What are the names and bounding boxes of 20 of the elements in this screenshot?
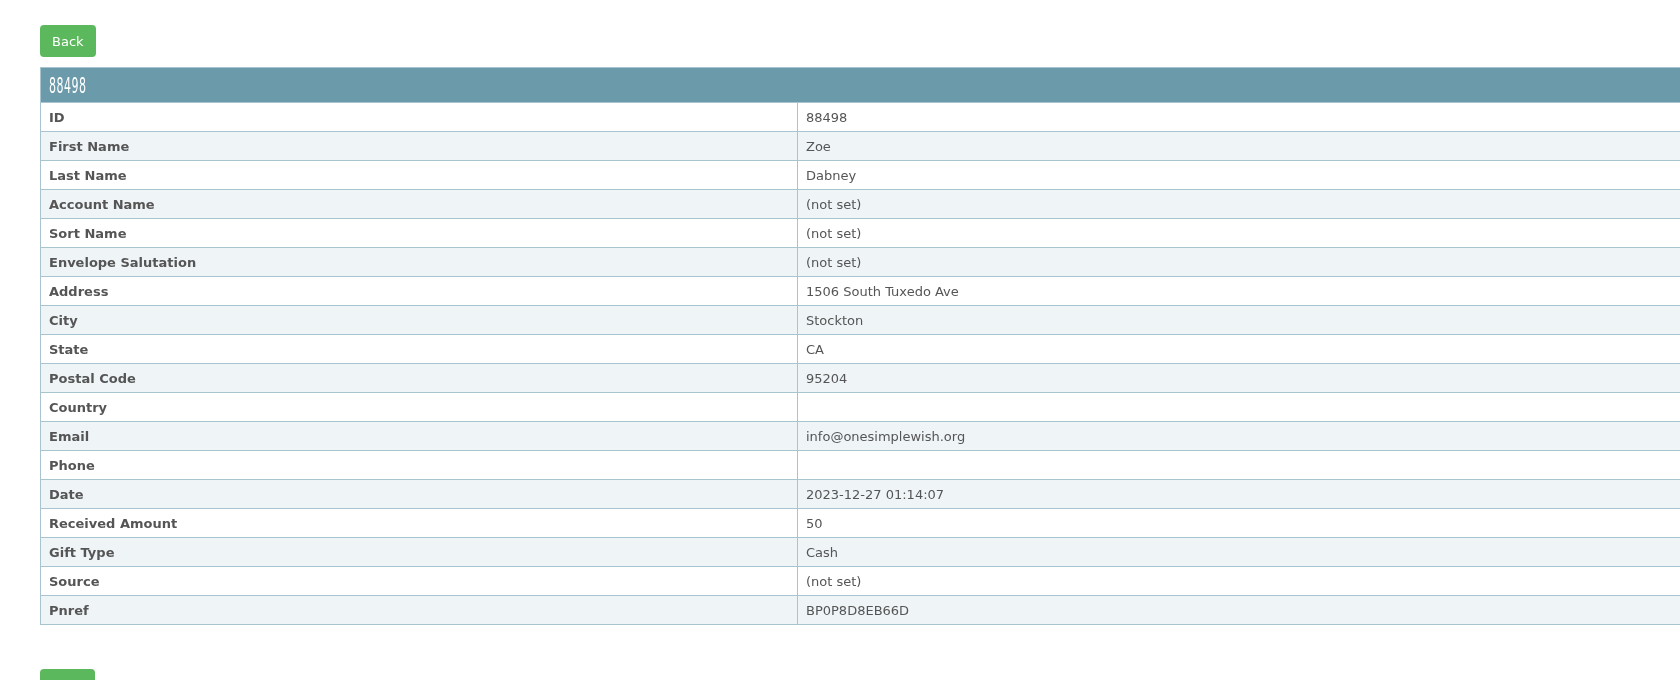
field-label: City	[40, 305, 798, 335]
field-label: Date	[40, 479, 798, 509]
field-label: Address	[40, 276, 798, 306]
field-label: Source	[40, 566, 798, 596]
field-label: Last Name	[40, 160, 798, 190]
field-label: State	[40, 334, 798, 364]
field-label: Phone	[40, 450, 798, 480]
field-label: Sort Name	[40, 218, 798, 248]
field-label: ID	[40, 102, 798, 132]
field-label: Country	[40, 392, 798, 422]
field-label: First Name	[40, 131, 798, 161]
back-button[interactable]: Back	[40, 25, 96, 57]
field-label: Pnref	[40, 595, 798, 625]
field-label: Email	[40, 421, 798, 451]
field-label: Account Name	[40, 189, 798, 219]
field-label: Gift Type	[40, 537, 798, 567]
field-label: Postal Code	[40, 363, 798, 393]
field-label: Received Amount	[40, 508, 798, 538]
field-label: Envelope Salutation	[40, 247, 798, 277]
header-title: 88498	[49, 72, 87, 98]
